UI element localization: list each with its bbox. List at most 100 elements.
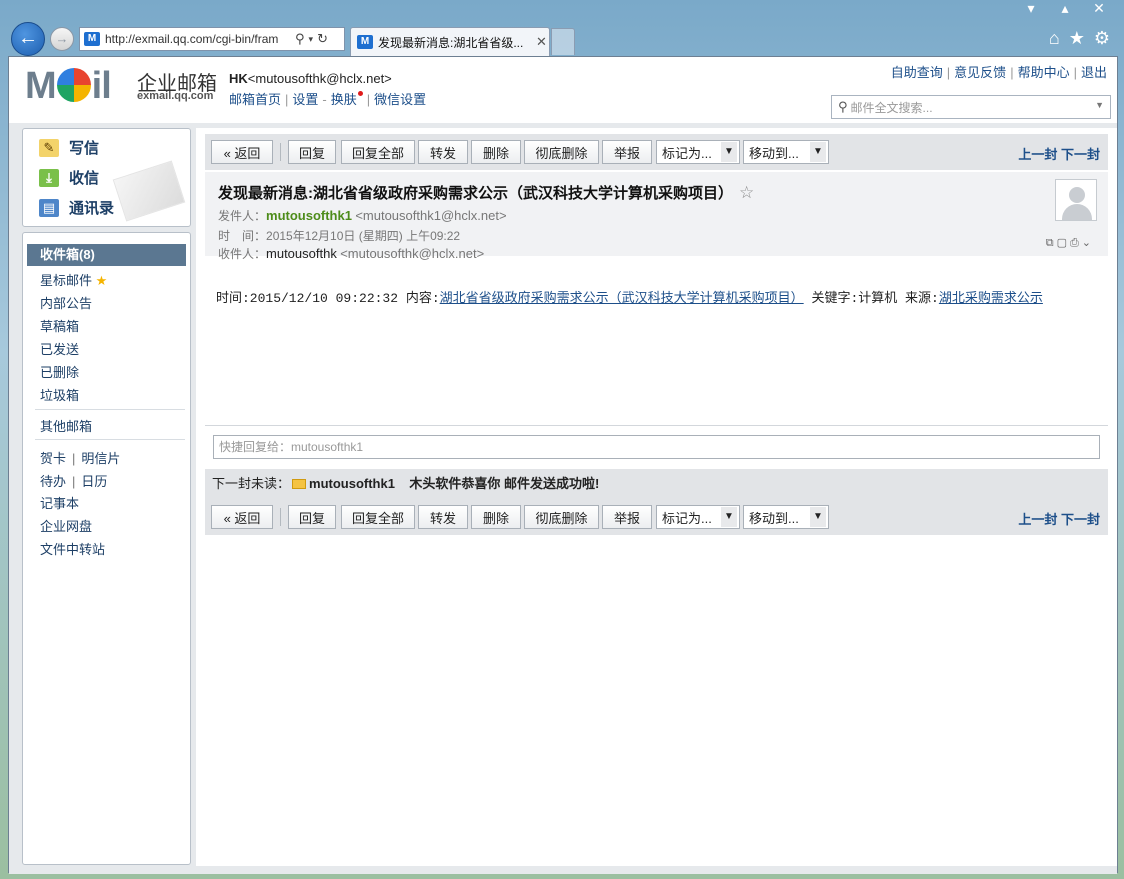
- new-tab-button[interactable]: [551, 28, 575, 55]
- forward-arrow-icon[interactable]: →: [50, 27, 74, 51]
- next-mail-link[interactable]: 下一封: [1061, 512, 1100, 527]
- folder-notes[interactable]: 记事本: [40, 493, 79, 512]
- recipient-name[interactable]: mutousofthk: [266, 246, 337, 261]
- reply-all-button[interactable]: 回复全部: [341, 140, 415, 164]
- folder-notice[interactable]: 内部公告: [40, 293, 92, 312]
- folder-sent[interactable]: 已发送: [40, 339, 79, 358]
- search-input[interactable]: ⚲ 邮件全文搜索... ▼: [831, 95, 1111, 119]
- browser-chrome: ▾ ▴ ✕ ← → M http://exmail.qq.com/cgi-bin…: [0, 0, 1124, 56]
- print-icon[interactable]: ⎙: [1070, 237, 1082, 249]
- mail-header-info: 发现最新消息:湖北省省级政府采购需求公示（武汉科技大学计算机采购项目） ☆ 发件人…: [205, 172, 1108, 261]
- folder-postcard[interactable]: 明信片: [81, 451, 120, 466]
- dropdown-icon[interactable]: ▾: [309, 34, 314, 45]
- delete-permanently-button[interactable]: 彻底删除: [524, 505, 599, 529]
- search-placeholder: 邮件全文搜索...: [850, 100, 933, 115]
- link-skin[interactable]: 换肤: [331, 92, 357, 107]
- mail-header: Mil 企业邮箱 exmail.qq.com HK<mutousofthk@hc…: [9, 57, 1117, 123]
- sender-avatar[interactable]: [1055, 179, 1097, 221]
- mail-subject: 发现最新消息:湖北省省级政府采购需求公示（武汉科技大学计算机采购项目） ☆: [218, 183, 755, 202]
- home-icon[interactable]: ⌂: [1049, 28, 1060, 49]
- search-icon[interactable]: ⚲: [295, 31, 305, 47]
- mark-as-select[interactable]: 标记为... ▼: [656, 140, 740, 164]
- contacts-button[interactable]: ▤ 通讯录: [39, 197, 114, 218]
- link-help[interactable]: 帮助中心: [1018, 65, 1070, 80]
- back-arrow-icon[interactable]: ←: [11, 22, 45, 56]
- address-bar[interactable]: M http://exmail.qq.com/cgi-bin/fram ⚲ ▾ …: [79, 27, 345, 51]
- content-link[interactable]: 湖北省省级政府采购需求公示（武汉科技大学计算机采购项目）: [440, 291, 804, 306]
- move-to-select[interactable]: 移动到... ▼: [743, 140, 829, 164]
- next-unread-subject[interactable]: 木头软件恭喜你 邮件发送成功啦!: [409, 476, 599, 491]
- minimize-icon[interactable]: ▾: [1016, 0, 1046, 18]
- gear-icon[interactable]: ⚙: [1094, 28, 1110, 49]
- folder-inbox[interactable]: 收件箱(8): [27, 244, 186, 266]
- folder-spam[interactable]: 垃圾箱: [40, 385, 79, 404]
- folder-divider: [35, 439, 185, 440]
- mark-as-label: 标记为...: [662, 145, 712, 161]
- folder-drafts[interactable]: 草稿箱: [40, 316, 79, 335]
- report-button[interactable]: 举报: [602, 505, 652, 529]
- compose-button[interactable]: ✎ 写信: [39, 137, 99, 158]
- chevron-down-icon: ▼: [721, 507, 737, 527]
- link-wechat-settings[interactable]: 微信设置: [374, 92, 426, 107]
- move-to-select[interactable]: 移动到... ▼: [743, 505, 829, 529]
- browser-tab[interactable]: M 发现最新消息:湖北省省级... ✕: [350, 27, 550, 56]
- folder-other[interactable]: 其他邮箱: [40, 416, 92, 435]
- chevron-down-icon: ▼: [810, 507, 826, 527]
- logo-domain: exmail.qq.com: [137, 90, 214, 102]
- chevron-down-icon[interactable]: ⌄: [1082, 237, 1094, 249]
- link-self-service[interactable]: 自助查询: [891, 65, 943, 80]
- link-feedback[interactable]: 意见反馈: [954, 65, 1006, 80]
- favorites-star-icon[interactable]: ★: [1069, 28, 1085, 49]
- quick-reply-input[interactable]: 快捷回复给：mutousofthk1: [213, 435, 1100, 459]
- folder-deleted[interactable]: 已删除: [40, 362, 79, 381]
- mark-as-select[interactable]: 标记为... ▼: [656, 505, 740, 529]
- link-mail-home[interactable]: 邮箱首页: [229, 92, 281, 107]
- read-pane: « 返回 回复 回复全部 转发 删除 彻底删除 举报 标记为... ▼ 移动到..…: [196, 128, 1117, 866]
- next-mail-link[interactable]: 下一封: [1061, 147, 1100, 162]
- reply-button[interactable]: 回复: [288, 140, 336, 164]
- logo[interactable]: Mil: [25, 65, 112, 108]
- report-button[interactable]: 举报: [602, 140, 652, 164]
- link-settings[interactable]: 设置: [292, 92, 318, 107]
- source-link[interactable]: 湖北采购需求公示: [939, 291, 1043, 306]
- view-icon[interactable]: ▢: [1057, 237, 1070, 249]
- forward-button[interactable]: 转发: [418, 140, 468, 164]
- prev-next-links: 上一封 下一封: [1018, 509, 1100, 528]
- sender-line: 发件人：mutousofthk1 <mutousofthk1@hclx.net>: [218, 208, 507, 223]
- search-dropdown-icon[interactable]: ▼: [1095, 100, 1104, 110]
- folder-list: 收件箱(8) 星标邮件 ★ 内部公告 草稿箱 已发送 已删除 垃圾箱 其他邮箱 …: [22, 232, 191, 865]
- mail-body: 时间:2015/12/10 09:22:32 内容:湖北省省级政府采购需求公示（…: [216, 291, 1043, 306]
- folder-transfer[interactable]: 文件中转站: [40, 539, 105, 558]
- star-outline-icon[interactable]: ☆: [739, 183, 754, 202]
- delete-button[interactable]: 删除: [471, 505, 521, 529]
- mail-time: 2015年12月10日 (星期四) 上午09:22: [266, 229, 461, 243]
- receive-button[interactable]: ⤓ 收信: [39, 167, 99, 188]
- delete-permanently-button[interactable]: 彻底删除: [524, 140, 599, 164]
- folder-calendar[interactable]: 日历: [81, 474, 107, 489]
- user-email: <mutousofthk@hclx.net>: [247, 71, 392, 86]
- folder-starred[interactable]: 星标邮件 ★: [40, 270, 107, 289]
- refresh-icon[interactable]: ↻: [317, 31, 328, 47]
- mark-as-label: 标记为...: [662, 510, 712, 526]
- time-line: 时 间：2015年12月10日 (星期四) 上午09:22: [218, 229, 461, 243]
- tab-title: 发现最新消息:湖北省省级...: [378, 35, 524, 50]
- folder-card-row: 贺卡 | 明信片: [40, 451, 121, 466]
- prev-mail-link[interactable]: 上一封: [1018, 512, 1057, 527]
- sender-name[interactable]: mutousofthk1: [266, 208, 352, 223]
- reply-button[interactable]: 回复: [288, 505, 336, 529]
- back-button[interactable]: « 返回: [211, 505, 273, 529]
- forward-button[interactable]: 转发: [418, 505, 468, 529]
- folder-todo[interactable]: 待办: [40, 474, 66, 489]
- tab-close-icon[interactable]: ✕: [536, 34, 547, 50]
- new-window-icon[interactable]: ⧉: [1046, 237, 1057, 249]
- delete-button[interactable]: 删除: [471, 140, 521, 164]
- folder-disk[interactable]: 企业网盘: [40, 516, 92, 535]
- folder-card[interactable]: 贺卡: [40, 451, 66, 466]
- link-logout[interactable]: 退出: [1081, 65, 1107, 80]
- back-button[interactable]: « 返回: [211, 140, 273, 164]
- close-window-icon[interactable]: ✕: [1084, 0, 1114, 18]
- restore-icon[interactable]: ▴: [1050, 0, 1080, 18]
- next-unread-sender[interactable]: mutousofthk1: [309, 476, 395, 491]
- reply-all-button[interactable]: 回复全部: [341, 505, 415, 529]
- prev-mail-link[interactable]: 上一封: [1018, 147, 1057, 162]
